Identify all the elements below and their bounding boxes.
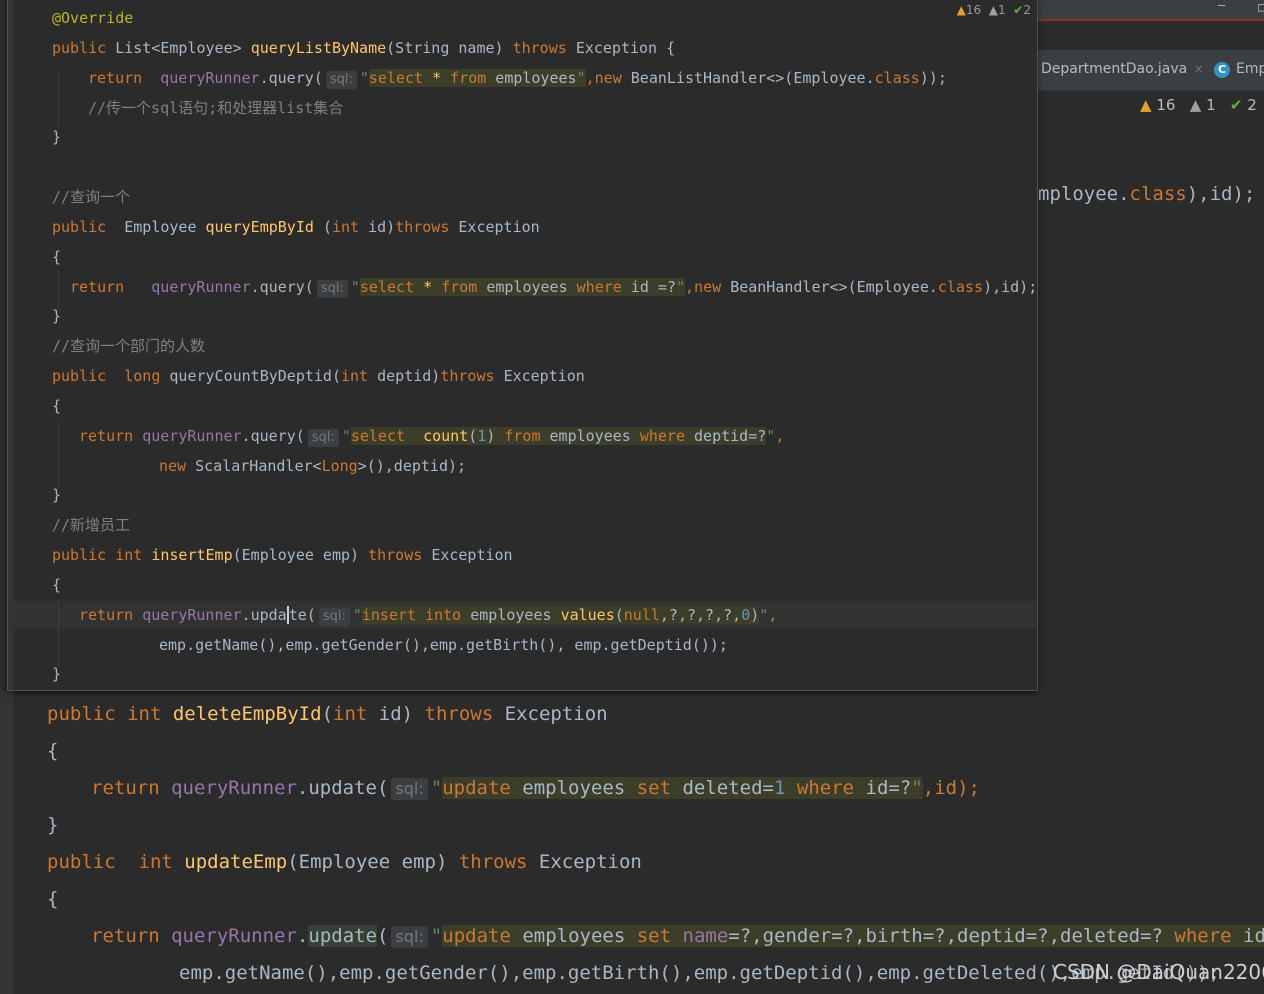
- code-line[interactable]: {: [47, 738, 58, 764]
- code-line[interactable]: //传一个sql语句;和处理器list集合: [88, 98, 343, 118]
- code-line[interactable]: }: [52, 485, 61, 505]
- parameter-hint: sql:: [391, 926, 428, 948]
- parameter-hint: sql:: [325, 71, 357, 89]
- sql-injection: update employees set deleted=1 where id=…: [442, 777, 923, 799]
- code-line[interactable]: return queryRunner.query(sql: "select cou…: [79, 426, 784, 447]
- code-line[interactable]: public List<Employee> queryListByName(St…: [52, 38, 675, 58]
- code-line[interactable]: {: [52, 247, 61, 267]
- typo-check-icon: ✔: [1013, 3, 1024, 17]
- code-line[interactable]: }: [52, 306, 61, 326]
- code-line[interactable]: public int insertEmp(Employee emp) throw…: [52, 545, 513, 565]
- tab-departmentdao[interactable]: DepartmentDao.java ×: [1041, 61, 1204, 77]
- sql-injection: select * from employees": [368, 69, 586, 87]
- warning-icon: ▲: [1140, 96, 1152, 114]
- code-line[interactable]: @Override: [52, 8, 133, 28]
- parameter-hint: sql:: [318, 608, 350, 626]
- indent-guide: [58, 270, 59, 310]
- code-line[interactable]: emp.getName(),emp.getGender(),emp.getBir…: [159, 635, 728, 655]
- code-line[interactable]: return queryRunner.update(sql: "update em…: [91, 775, 980, 801]
- code-line[interactable]: {: [47, 886, 58, 912]
- indent-guide: [58, 600, 59, 666]
- indent-guide: [58, 420, 59, 490]
- editor-tab-area: — □ DepartmentDao.java × C Emp ▲ 16 ▲ 1 ✔ …: [1038, 0, 1264, 700]
- parameter-hint: sql:: [307, 429, 339, 447]
- close-icon[interactable]: ×: [1193, 62, 1204, 77]
- minimize-icon[interactable]: —: [1218, 0, 1230, 12]
- popup-gutter: [8, 0, 14, 690]
- sql-injection: select * from employees where id =?": [359, 278, 686, 296]
- sql-injection: update employees set name=?,gender=?,bir…: [442, 925, 1264, 947]
- code-popup[interactable]: ▲16 ▲1 ✔2 @Override public List<Employee…: [7, 0, 1038, 691]
- code-line[interactable]: //查询一个: [52, 187, 130, 207]
- sql-injection: select count(1) from employees where dep…: [350, 427, 767, 445]
- inspection-widget[interactable]: ▲ 16 ▲ 1 ✔ 2: [1140, 96, 1257, 114]
- sql-injection: insert into employees values(null,?,?,?,…: [361, 606, 760, 624]
- watermark: CSDN @DaiQuan2206: [1053, 960, 1264, 984]
- code-line[interactable]: return queryRunner.query(sql: "select * f…: [88, 68, 947, 89]
- indent-guide: [58, 70, 59, 126]
- tab-emp[interactable]: C Emp: [1214, 61, 1264, 78]
- code-line[interactable]: }: [52, 664, 61, 684]
- code-line[interactable]: return queryRunner.update(sql: "update em…: [91, 923, 1264, 949]
- code-line[interactable]: }: [47, 812, 58, 838]
- weak-warning-icon: ▲: [1189, 96, 1202, 114]
- code-line[interactable]: return queryRunner.upda te(sql: "insert in…: [79, 605, 777, 626]
- text-caret: te(: [286, 606, 316, 624]
- typo-check-icon: ✔: [1229, 96, 1243, 114]
- parameter-hint: sql:: [316, 280, 348, 298]
- parameter-hint: sql:: [391, 778, 428, 800]
- code-line[interactable]: {: [52, 575, 61, 595]
- code-line[interactable]: public int updateEmp(Employee emp) throw…: [47, 849, 642, 875]
- window-title-bar: — □: [1038, 0, 1264, 21]
- editor-tabs: DepartmentDao.java × C Emp: [1038, 50, 1264, 91]
- code-line[interactable]: mployee.class),id);: [1038, 183, 1255, 205]
- code-line[interactable]: }: [52, 127, 61, 147]
- code-line[interactable]: //查询一个部门的人数: [52, 336, 205, 356]
- code-line[interactable]: public long queryCountByDeptid(int depti…: [52, 366, 585, 386]
- popup-inspection-widget[interactable]: ▲16 ▲1 ✔2: [957, 3, 1031, 17]
- class-icon: C: [1214, 62, 1230, 78]
- code-line[interactable]: return queryRunner.query(sql: "select * f…: [70, 277, 1037, 298]
- code-line[interactable]: //新增员工: [52, 515, 130, 535]
- code-line[interactable]: public Employee queryEmpById (int id)thr…: [52, 217, 540, 237]
- warning-icon: ▲: [956, 3, 966, 17]
- maximize-icon[interactable]: □: [1258, 0, 1264, 14]
- code-line[interactable]: public int deleteEmpById(int id) throws …: [47, 701, 608, 727]
- code-line[interactable]: new ScalarHandler<Long>(),deptid);: [159, 456, 466, 476]
- editor-gutter: [0, 690, 14, 994]
- weak-warning-icon: ▲: [988, 3, 999, 17]
- code-line[interactable]: {: [52, 396, 61, 416]
